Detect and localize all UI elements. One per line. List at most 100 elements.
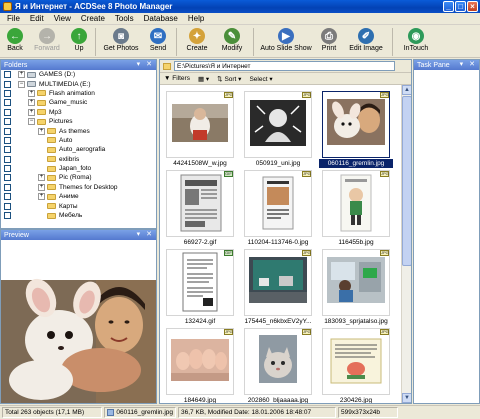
pane-close-icon[interactable]: ▾ ✕ bbox=[137, 230, 154, 238]
tree-checkbox[interactable] bbox=[4, 80, 11, 88]
tree-item[interactable]: + Flash animation bbox=[1, 89, 156, 98]
thumbnail-item[interactable]: JPG 44241508W_w.jpg bbox=[163, 88, 237, 169]
minimize-button[interactable]: _ bbox=[443, 1, 454, 12]
scroll-thumb[interactable] bbox=[402, 96, 411, 266]
up-button[interactable]: ↑ Up bbox=[66, 26, 92, 57]
thumbnail-item[interactable]: JPG 184649.jpg bbox=[163, 325, 237, 403]
thumbnail-image bbox=[322, 170, 390, 237]
scroll-up-button[interactable]: ▲ bbox=[402, 85, 411, 95]
task-pane: Task Pane ▾ ✕ bbox=[413, 59, 480, 404]
expand-icon[interactable]: + bbox=[38, 183, 45, 191]
send-button[interactable]: ✉ Send bbox=[143, 26, 173, 57]
tree-checkbox[interactable] bbox=[4, 183, 11, 191]
tree-item[interactable]: + Game_music bbox=[1, 98, 156, 107]
tree-item[interactable]: Auto_aerografia bbox=[1, 145, 156, 154]
expand-icon[interactable]: + bbox=[18, 71, 25, 79]
tree-item[interactable]: + Mp3 bbox=[1, 108, 156, 117]
path-field[interactable]: E:\Pictures\Я и Интернет bbox=[174, 61, 395, 71]
modify-icon: ✎ bbox=[224, 28, 240, 44]
modify-button[interactable]: ✎ Modify bbox=[214, 26, 250, 57]
tree-checkbox[interactable] bbox=[4, 118, 11, 126]
tree-item[interactable]: exlibris bbox=[1, 155, 156, 164]
select-button[interactable]: Select ▾ bbox=[249, 75, 272, 83]
menu-help[interactable]: Help bbox=[183, 14, 209, 23]
sort-button[interactable]: ⇅ Sort ▾ bbox=[217, 75, 241, 83]
print-button[interactable]: ⎙ Print bbox=[315, 26, 343, 57]
tree-item[interactable]: + Themes for Desktop bbox=[1, 183, 156, 192]
pane-close-icon[interactable]: ▾ ✕ bbox=[460, 60, 477, 68]
thumbnail-item[interactable]: JPG 116455b.jpg bbox=[319, 167, 393, 248]
thumbnail-item[interactable]: JPG 230426.jpg bbox=[319, 325, 393, 403]
expand-icon[interactable]: + bbox=[38, 127, 45, 135]
thumbnail-image bbox=[166, 249, 234, 316]
expand-icon[interactable]: + bbox=[28, 89, 35, 97]
thumbnail-item[interactable]: JPG 183093_sprjatalso.jpg bbox=[319, 246, 393, 327]
jpg-format-badge-icon: JPG bbox=[380, 171, 389, 177]
expand-icon[interactable]: + bbox=[28, 108, 35, 116]
tree-item[interactable]: − MULTIMEDIA (E:) bbox=[1, 79, 156, 88]
tree-item[interactable]: + Pic (Roma) bbox=[1, 173, 156, 182]
folder-icon bbox=[37, 99, 46, 106]
thumbnail-image bbox=[166, 170, 234, 237]
tree-item[interactable]: Japan_foto bbox=[1, 164, 156, 173]
view-mode-button[interactable]: ▦ ▾ bbox=[198, 75, 209, 83]
forward-button[interactable]: → Forward bbox=[28, 26, 66, 57]
scroll-down-button[interactable]: ▼ bbox=[402, 393, 411, 403]
tree-checkbox[interactable] bbox=[4, 127, 11, 135]
tree-checkbox[interactable] bbox=[4, 202, 11, 210]
maximize-button[interactable]: □ bbox=[455, 1, 466, 12]
thumbnail-item[interactable]: GIF 66927-2.gif bbox=[163, 167, 237, 248]
tree-checkbox[interactable] bbox=[4, 136, 11, 144]
preview-pane-title: Preview bbox=[4, 231, 29, 239]
thumbnail-item[interactable]: JPG 202860_bljaaaaa.jpg bbox=[241, 325, 315, 403]
tree-item[interactable]: + GAMES (D:) bbox=[1, 70, 156, 79]
collapse-icon[interactable]: − bbox=[18, 80, 25, 88]
edit-image-button[interactable]: ✐ Edit Image bbox=[343, 26, 389, 57]
thumbnail-item[interactable]: GIF 132424.gif bbox=[163, 246, 237, 327]
filters-button[interactable]: ▼ Filters bbox=[164, 75, 190, 82]
thumbnail-item[interactable]: JPG 060116_gremlin.jpg bbox=[319, 88, 393, 169]
expand-icon[interactable]: + bbox=[38, 193, 45, 201]
thumbnail-item[interactable]: JPG 050919_uni.jpg bbox=[241, 88, 315, 169]
collapse-icon[interactable]: − bbox=[28, 118, 35, 126]
tree-item[interactable]: + Аниме bbox=[1, 192, 156, 201]
menu-edit[interactable]: Edit bbox=[25, 14, 49, 23]
tree-checkbox[interactable] bbox=[4, 212, 11, 220]
tree-checkbox[interactable] bbox=[4, 108, 11, 116]
back-button[interactable]: ← Back bbox=[2, 26, 28, 57]
jpg-format-badge-icon: JPG bbox=[302, 250, 311, 256]
tree-checkbox[interactable] bbox=[4, 99, 11, 107]
thumbnail-image bbox=[244, 328, 312, 395]
window-title: Я и Интернет - ACDSee 8 Photo Manager bbox=[15, 2, 173, 11]
get-photos-button[interactable]: ◙ Get Photos bbox=[99, 26, 143, 57]
tree-checkbox[interactable] bbox=[4, 174, 11, 182]
tree-checkbox[interactable] bbox=[4, 146, 11, 154]
menu-file[interactable]: File bbox=[2, 14, 25, 23]
menu-tools[interactable]: Tools bbox=[110, 14, 139, 23]
create-button[interactable]: ✦ Create bbox=[180, 26, 214, 57]
auto-slide-show-button[interactable]: ▶ Auto Slide Show bbox=[257, 26, 315, 57]
expand-icon[interactable]: + bbox=[38, 174, 45, 182]
tree-item[interactable]: − Pictures bbox=[1, 117, 156, 126]
tree-checkbox[interactable] bbox=[4, 89, 11, 97]
intouch-button[interactable]: ◉ InTouch bbox=[396, 26, 436, 57]
menu-database[interactable]: Database bbox=[139, 14, 183, 23]
thumbnail-item[interactable]: JPG 175445_n6kbxEV2yY... bbox=[241, 246, 315, 327]
close-button[interactable]: × bbox=[467, 1, 478, 12]
tree-item[interactable]: Карты bbox=[1, 201, 156, 210]
tree-checkbox[interactable] bbox=[4, 165, 11, 173]
tree-item[interactable]: Мебель bbox=[1, 211, 156, 220]
tree-checkbox[interactable] bbox=[4, 193, 11, 201]
tree-item-label: Pic (Roma) bbox=[59, 174, 92, 182]
expand-icon[interactable]: + bbox=[28, 99, 35, 107]
folder-icon bbox=[47, 174, 56, 181]
tree-checkbox[interactable] bbox=[4, 155, 11, 163]
vertical-scrollbar[interactable]: ▲ ▼ bbox=[401, 85, 411, 403]
menu-create[interactable]: Create bbox=[76, 14, 110, 23]
pane-close-icon[interactable]: ▾ ✕ bbox=[137, 60, 154, 68]
thumbnail-item[interactable]: JPG 110204-113746-0.jpg bbox=[241, 167, 315, 248]
tree-item[interactable]: + As themes bbox=[1, 126, 156, 135]
menu-view[interactable]: View bbox=[49, 14, 76, 23]
tree-checkbox[interactable] bbox=[4, 71, 11, 79]
tree-item[interactable]: Auto bbox=[1, 136, 156, 145]
